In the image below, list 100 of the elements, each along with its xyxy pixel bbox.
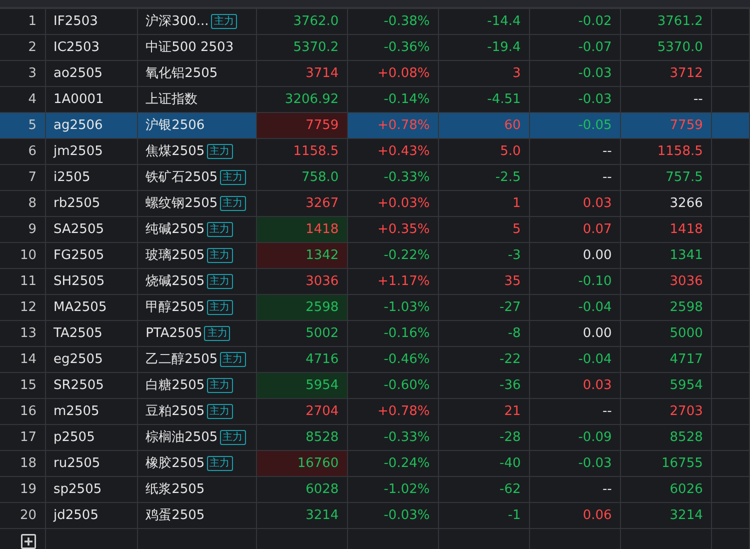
quote-value: -0.33%: [384, 170, 430, 184]
quote-value: -40: [500, 456, 521, 470]
main-contract-tag: 主力: [206, 222, 233, 236]
row-number: 14: [0, 346, 46, 372]
contract-name: 豆粕2505: [146, 404, 205, 418]
quote-value: 3761.2: [657, 14, 703, 28]
contract-code: IF2503: [45, 8, 138, 34]
quote-row[interactable]: 12 MA2505 甲醇2505 主力 2598 -1.03% -27 -0.04 2598: [0, 294, 750, 320]
quote-value: -22: [500, 352, 521, 366]
quote-value: 2703: [670, 404, 703, 418]
quote-row[interactable]: 18 ru2505 橡胶2505 主力 16760 -0.24% -40 -0.03 16755: [0, 450, 750, 476]
contract-name: 橡胶2505: [146, 456, 205, 470]
last-price: 758.0: [301, 170, 339, 184]
last-price: 5370.2: [293, 40, 339, 54]
main-contract-tag: 主力: [220, 196, 246, 210]
quote-value: --: [602, 404, 612, 418]
quote-row[interactable]: 1 IF2503 沪深300... 主力 3762.0 -0.38% -14.4 -0.02 3761.2: [0, 8, 750, 34]
quote-value: 2598: [670, 300, 703, 314]
quote-value: -0.16%: [384, 326, 430, 340]
quote-row[interactable]: 5 ag2506 沪银2506 7759 +0.78% 60 -0.05 7759: [0, 112, 750, 138]
last-price: 2704: [306, 404, 339, 418]
last-price: 8528: [306, 430, 339, 444]
row-number: 9: [0, 216, 46, 242]
quote-value: -0.38%: [384, 14, 430, 28]
quote-value: 1158.5: [657, 144, 703, 158]
quote-row[interactable]: 19 sp2505 纸浆2505 6028 -1.02% -62 -- 6026: [0, 476, 750, 502]
quote-value: -1: [508, 508, 521, 522]
quote-value: -4.51: [487, 92, 521, 106]
quote-row[interactable]: 10 FG2505 玻璃2505 主力 1342 -0.22% -3 0.00 1341: [0, 242, 750, 268]
quote-value: -0.03: [578, 456, 612, 470]
quote-row[interactable]: 9 SA2505 纯碱2505 主力 1418 +0.35% 5 0.07 1418: [0, 216, 750, 242]
quote-value: -1.02%: [384, 482, 430, 496]
main-contract-tag: 主力: [206, 274, 233, 288]
quote-value: -2.5: [495, 170, 521, 184]
quote-value: +1.17%: [378, 274, 430, 288]
last-price: 1418: [306, 222, 339, 236]
last-price: 5954: [306, 378, 339, 392]
last-price: 3206.92: [284, 92, 339, 106]
quote-value: --: [602, 482, 612, 496]
contract-name: 上证指数: [146, 92, 198, 106]
quote-row[interactable]: 14 eg2505 乙二醇2505 主力 4716 -0.46% -22 -0.04 4717: [0, 346, 750, 372]
contract-code: i2505: [45, 164, 138, 190]
contract-name: 甲醇2505: [146, 300, 205, 314]
contract-code: rb2505: [45, 190, 138, 216]
row-number: 5: [0, 112, 46, 138]
quote-row[interactable]: 17 p2505 棕榈油2505 主力 8528 -0.33% -28 -0.09 8528: [0, 424, 750, 450]
quote-value: -0.10: [578, 274, 612, 288]
contract-name: 鸡蛋2505: [146, 508, 205, 522]
contract-code: ru2505: [45, 450, 138, 476]
contract-code: SA2505: [45, 216, 138, 242]
quote-value: +0.08%: [378, 66, 430, 80]
last-price: 3214: [306, 508, 339, 522]
quote-value: +0.78%: [378, 404, 430, 418]
main-contract-tag: 主力: [220, 170, 246, 184]
add-icon[interactable]: [21, 534, 36, 549]
quote-value: 16755: [662, 456, 703, 470]
quote-row[interactable]: 11 SH2505 烧碱2505 主力 3036 +1.17% 35 -0.10 3036: [0, 268, 750, 294]
quote-value: 21: [504, 404, 521, 418]
main-contract-tag: 主力: [206, 404, 233, 418]
quote-value: 3: [512, 66, 521, 80]
row-number: 20: [0, 502, 46, 528]
main-contract-tag: 主力: [204, 326, 230, 340]
last-price: 4716: [306, 352, 339, 366]
contract-code: eg2505: [45, 346, 138, 372]
quote-value: -8: [508, 326, 521, 340]
quote-value: 5000: [670, 326, 703, 340]
quote-row[interactable]: 3 ao2505 氧化铝2505 3714 +0.08% 3 -0.03 3712: [0, 60, 750, 86]
quote-row[interactable]: 20 jd2505 鸡蛋2505 3214 -0.03% -1 0.06 3214: [0, 502, 750, 528]
row-number: 2: [0, 34, 46, 60]
quote-value: 0.03: [582, 196, 612, 210]
contract-code: MA2505: [45, 294, 138, 320]
quote-value: -36: [500, 378, 521, 392]
quote-value: -14.4: [487, 14, 521, 28]
quote-row[interactable]: 16 m2505 豆粕2505 主力 2704 +0.78% 21 -- 2703: [0, 398, 750, 424]
last-price: 5002: [306, 326, 339, 340]
row-number: 3: [0, 60, 46, 86]
quote-row[interactable]: 7 i2505 铁矿石2505 主力 758.0 -0.33% -2.5 -- 757.5: [0, 164, 750, 190]
last-price: 2598: [306, 300, 339, 314]
quote-value: --: [693, 92, 703, 106]
quote-value: 4717: [670, 352, 703, 366]
row-number: 12: [0, 294, 46, 320]
contract-code: p2505: [45, 424, 138, 450]
contract-name: PTA2505: [146, 326, 202, 340]
contract-name: 乙二醇2505: [146, 352, 218, 366]
quote-row[interactable]: 8 rb2505 螺纹钢2505 主力 3267 +0.03% 1 0.03 3266: [0, 190, 750, 216]
row-number: 13: [0, 320, 46, 346]
contract-code: SH2505: [45, 268, 138, 294]
quote-row[interactable]: 15 SR2505 白糖2505 主力 5954 -0.60% -36 0.03 5954: [0, 372, 750, 398]
contract-name: 纯碱2505: [146, 222, 205, 236]
quote-row[interactable]: 13 TA2505 PTA2505 主力 5002 -0.16% -8 0.00 5000: [0, 320, 750, 346]
quote-value: 0.06: [582, 508, 612, 522]
quote-value: 3214: [670, 508, 703, 522]
row-number: 15: [0, 372, 46, 398]
row-number: 16: [0, 398, 46, 424]
quote-row[interactable]: 2 IC2503 中证500 2503 5370.2 -0.36% -19.4 -0.07 5370.0: [0, 34, 750, 60]
last-price: 3762.0: [293, 14, 339, 28]
contract-name: 螺纹钢2505: [146, 196, 218, 210]
quote-row[interactable]: 6 jm2505 焦煤2505 主力 1158.5 +0.43% 5.0 -- 1158.5: [0, 138, 750, 164]
main-contract-tag: 主力: [206, 456, 233, 470]
quote-value: +0.35%: [378, 222, 430, 236]
